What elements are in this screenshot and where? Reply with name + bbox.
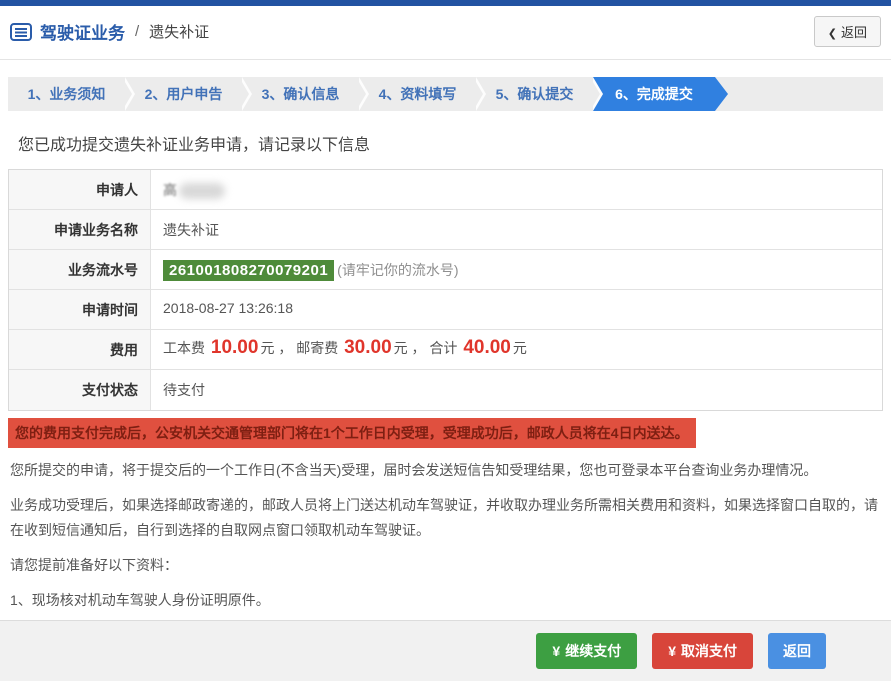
note-paragraph: 1、现场核对机动车驾驶人身份证明原件。 [10,588,881,613]
note-paragraph: 业务成功受理后，如果选择邮政寄递的，邮政人员将上门送达机动车驾驶证，并收取办理业… [10,493,881,543]
cancel-payment-label: 取消支付 [681,643,737,659]
yen-icon: ¥ [668,643,676,659]
header-back-label: 返回 [841,25,867,40]
row-label: 申请业务名称 [9,210,151,249]
row-value-applicant: 高 [151,170,882,209]
chevron-left-icon: ❮ [828,28,837,40]
table-row-payment-status: 支付状态 待支付 [9,370,882,410]
header-back-button[interactable]: ❮ 返回 [814,16,881,47]
list-icon [10,23,32,41]
step-label: 5、确认提交 [496,86,574,102]
table-row-business-name: 申请业务名称 遗失补证 [9,210,882,250]
row-label: 申请人 [9,170,151,209]
continue-payment-button[interactable]: ¥ 继续支付 [536,633,637,669]
step-tab-6-active[interactable]: 6、完成提交 [593,77,715,111]
page: 驾驶证业务 / 遗失补证 ❮ 返回 1、业务须知 2、用户申告 3、确认信息 4、… [0,0,891,681]
fee-amount: 10.00 [209,337,261,358]
fee-amount: 40.00 [461,337,513,358]
breadcrumb: 驾驶证业务 / 遗失补证 [10,19,209,44]
step-label: 2、用户申告 [145,86,223,102]
payment-warning-banner: 您的费用支付完成后，公安机关交通管理部门将在1个工作日内受理，受理成功后，邮政人… [8,418,696,448]
fee-suffix: 元 ， [394,340,430,356]
row-label: 支付状态 [9,370,151,410]
table-row-apply-time: 申请时间 2018-08-27 13:26:18 [9,290,882,330]
row-value-payment-status: 待支付 [151,370,882,410]
table-row-fees: 费用 工本费 10.00元 ， 邮寄费 30.00元 ， 合计 40.00元 [9,330,882,370]
cancel-payment-button[interactable]: ¥ 取消支付 [652,633,753,669]
row-value-serial: 261001808270079201(请牢记你的流水号) [151,250,882,289]
success-message: 您已成功提交遗失补证业务申请，请记录以下信息 [18,131,881,155]
fee-amount: 30.00 [342,337,394,358]
fee-suffix: 元 [513,340,527,356]
note-paragraph: 您所提交的申请，将于提交后的一个工作日(不含当天)受理，届时会发送短信告知受理结… [10,458,881,483]
yen-icon: ¥ [552,643,560,659]
fee-name: 工本费 [163,340,209,356]
fee-name: 邮寄费 [296,340,342,356]
step-label: 3、确认信息 [262,86,340,102]
step-tab-3[interactable]: 3、确认信息 [242,77,359,111]
footer-action-bar: ¥ 继续支付 ¥ 取消支付 返回 [0,620,891,681]
row-label: 申请时间 [9,290,151,329]
serial-note: (请牢记你的流水号) [337,262,458,278]
fee-suffix: 元 ， [260,340,296,356]
footer-back-button[interactable]: 返回 [768,633,826,669]
step-label: 1、业务须知 [28,86,106,102]
info-table: 申请人 高 申请业务名称 遗失补证 业务流水号 2610018082700792… [8,169,883,411]
continue-payment-label: 继续支付 [565,643,621,659]
step-label: 4、资料填写 [379,86,457,102]
table-row-applicant: 申请人 高 [9,170,882,210]
fee-name: 合计 [429,340,461,356]
page-title: 驾驶证业务 [40,19,125,44]
step-tab-2[interactable]: 2、用户申告 [125,77,242,111]
steps-filler [715,77,883,111]
step-tab-5[interactable]: 5、确认提交 [476,77,593,111]
step-tab-1[interactable]: 1、业务须知 [8,77,125,111]
serial-number-badge: 261001808270079201 [163,260,334,281]
step-tab-4[interactable]: 4、资料填写 [359,77,476,111]
row-value: 2018-08-27 13:26:18 [151,290,882,329]
footer-back-label: 返回 [783,643,811,659]
step-label: 6、完成提交 [615,86,693,102]
note-paragraph: 请您提前准备好以下资料： [10,553,881,578]
redaction-blur [179,183,225,199]
row-value-fees: 工本费 10.00元 ， 邮寄费 30.00元 ， 合计 40.00元 [151,330,882,369]
row-label: 费用 [9,330,151,369]
row-value: 遗失补证 [151,210,882,249]
row-label: 业务流水号 [9,250,151,289]
page-header: 驾驶证业务 / 遗失补证 ❮ 返回 [0,6,891,60]
breadcrumb-separator: / [135,23,139,40]
wizard-steps: 1、业务须知 2、用户申告 3、确认信息 4、资料填写 5、确认提交 6、完成提… [8,77,883,111]
page-subtitle: 遗失补证 [149,21,209,42]
applicant-name-partial: 高 [163,182,177,198]
table-row-serial: 业务流水号 261001808270079201(请牢记你的流水号) [9,250,882,290]
